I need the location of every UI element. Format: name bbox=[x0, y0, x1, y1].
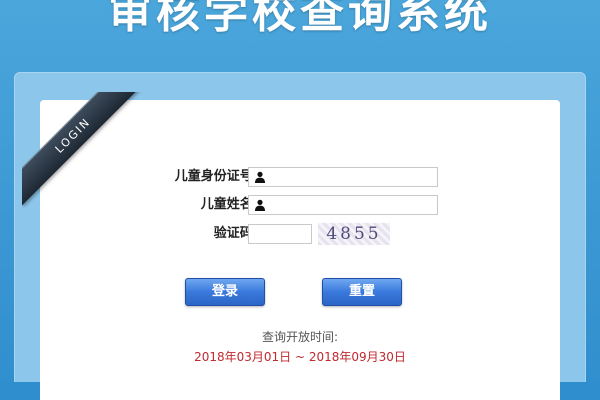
user-icon bbox=[255, 171, 265, 183]
query-period-range: 2018年03月01日 ~ 2018年09月30日 bbox=[194, 350, 406, 364]
id-number-field[interactable] bbox=[248, 167, 438, 187]
id-number-row: 儿童身份证号: bbox=[0, 166, 600, 188]
captcha-image[interactable]: 4855 bbox=[318, 223, 390, 245]
bottom-band-right bbox=[560, 382, 600, 400]
captcha-label: 验证码: bbox=[213, 226, 258, 241]
captcha-row: 验证码: 4855 bbox=[0, 223, 600, 245]
bottom-band-left bbox=[0, 382, 40, 400]
query-period-label: 查询开放时间: bbox=[261, 330, 339, 344]
page-title: 审核学校查询系统 bbox=[108, 0, 492, 38]
login-button[interactable]: 登录 bbox=[185, 278, 265, 306]
child-name-field[interactable] bbox=[248, 195, 438, 215]
login-ribbon-label: LOGIN bbox=[22, 92, 142, 206]
page-background: 审核学校查询系统 LOGIN 儿童身份证号: 儿童姓名: 验证码: 4855 登… bbox=[0, 0, 600, 400]
id-number-label: 儿童身份证号: bbox=[174, 169, 258, 184]
id-number-input[interactable] bbox=[271, 168, 435, 186]
user-icon bbox=[255, 199, 265, 211]
child-name-label: 儿童姓名: bbox=[200, 197, 258, 212]
reset-button[interactable]: 重置 bbox=[322, 278, 402, 306]
captcha-input[interactable] bbox=[248, 224, 312, 244]
child-name-input[interactable] bbox=[271, 196, 435, 214]
child-name-row: 儿童姓名: bbox=[0, 194, 600, 216]
